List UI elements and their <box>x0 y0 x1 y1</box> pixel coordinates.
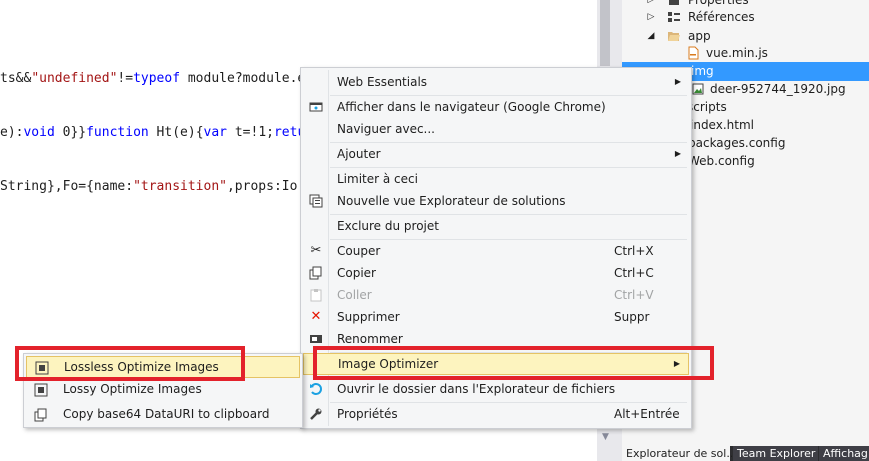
new-view-icon <box>309 194 323 208</box>
code-token: void <box>23 125 55 140</box>
folder-open-icon <box>667 29 681 43</box>
menu-item-shortcut: Ctrl+X <box>614 244 654 258</box>
tree-item-label: packages.config <box>688 136 786 150</box>
menu-item-properties[interactable]: Propriétés Alt+Entrée <box>303 403 689 425</box>
open-folder-icon <box>309 382 323 396</box>
menu-item-exclude-from-project[interactable]: Exclure du projet <box>303 215 689 237</box>
annotation-highlight-lossless <box>15 346 245 381</box>
properties-icon <box>667 0 681 7</box>
copy-icon <box>309 266 323 280</box>
menu-item-shortcut: Ctrl+C <box>614 266 654 280</box>
code-token: 0}} <box>54 125 87 140</box>
menu-item-label: Afficher dans le navigateur (Google Chro… <box>337 100 606 114</box>
menu-item-browse-with[interactable]: Naviguer avec... <box>303 118 689 140</box>
delete-icon: ✕ <box>310 309 322 324</box>
browser-icon <box>309 100 323 114</box>
menu-item-label: Exclure du projet <box>337 219 439 233</box>
menu-item-label: Copier <box>337 266 376 280</box>
menu-item-label: Ouvrir le dossier dans l'Explorateur de … <box>337 382 616 396</box>
menu-item-shortcut: Suppr <box>614 310 650 324</box>
tree-item-label: Références <box>688 10 755 24</box>
submenu-item-label: Lossy Optimize Images <box>63 382 202 396</box>
code-token: var <box>203 125 228 140</box>
menu-item-label: Ajouter <box>337 147 381 161</box>
rename-icon <box>309 332 323 346</box>
menu-item-copy[interactable]: Copier Ctrl+C <box>303 262 689 284</box>
menu-item-label: Nouvelle vue Explorateur de solutions <box>337 194 566 208</box>
code-token: t=!1; <box>227 125 274 140</box>
menu-item-scope-to-this[interactable]: Limiter à ceci <box>303 168 689 190</box>
tab-solution-explorer[interactable]: Explorateur de sol... <box>622 446 737 461</box>
code-token: "transition" <box>133 179 227 194</box>
tree-item-label: index.html <box>690 118 754 132</box>
scroll-down-arrow-icon[interactable]: ▼ <box>600 432 611 443</box>
menu-item-web-essentials[interactable]: Web Essentials ▶ <box>303 71 689 93</box>
wrench-icon <box>309 407 323 421</box>
code-token: "undefined" <box>31 71 118 86</box>
menu-item-label: Propriétés <box>337 407 398 421</box>
code-token: != <box>117 71 134 86</box>
annotation-highlight-image-optimizer <box>313 346 714 380</box>
menu-item-shortcut: Ctrl+V <box>614 288 654 302</box>
submenu-arrow-icon: ▶ <box>674 149 681 158</box>
menu-item-add[interactable]: Ajouter ▶ <box>303 143 689 165</box>
menu-item-label: Naviguer avec... <box>337 122 435 136</box>
tree-item-label: img <box>691 64 714 78</box>
menu-item-shortcut: Alt+Entrée <box>614 407 680 421</box>
copy-datauri-icon <box>34 407 48 422</box>
js-file-icon <box>686 46 700 60</box>
references-icon <box>667 10 681 24</box>
code-token: e): <box>0 125 24 140</box>
tree-item-references[interactable]: ▷ Références <box>622 8 869 27</box>
submenu-item-label: Copy base64 DataURI to clipboard <box>63 407 270 421</box>
code-token: Ht(e){ <box>148 125 204 140</box>
tree-item-label: deer-952744_1920.jpg <box>710 82 846 96</box>
code-token: String},Fo={name: <box>0 179 134 194</box>
paste-icon <box>309 288 323 302</box>
submenu-arrow-icon: ▶ <box>674 77 681 86</box>
solution-explorer-tab-strip: Explorateur de sol... Team Explorer Affi… <box>622 446 869 461</box>
menu-item-new-solution-explorer-view[interactable]: Nouvelle vue Explorateur de solutions <box>303 190 689 212</box>
menu-item-cut[interactable]: ✂ Couper Ctrl+X <box>303 240 689 262</box>
menu-item-label: Limiter à ceci <box>337 172 418 186</box>
menu-item-open-folder-in-file-explorer[interactable]: Ouvrir le dossier dans l'Explorateur de … <box>303 378 689 400</box>
menu-item-label: Couper <box>337 244 381 258</box>
menu-item-delete[interactable]: ✕ Supprimer Suppr <box>303 306 689 328</box>
submenu-item-lossy-optimize[interactable]: Lossy Optimize Images <box>26 378 300 400</box>
menu-item-label: Coller <box>337 288 372 302</box>
menu-item-paste: Coller Ctrl+V <box>303 284 689 306</box>
tree-item-vue-min-js[interactable]: vue.min.js <box>622 44 869 63</box>
cut-icon: ✂ <box>310 243 322 258</box>
lossy-optimize-icon <box>34 382 48 397</box>
expand-arrow-icon[interactable]: ▷ <box>646 8 656 27</box>
image-file-icon <box>691 82 705 96</box>
submenu-item-copy-base64-datauri[interactable]: Copy base64 DataURI to clipboard <box>26 403 300 425</box>
editor-scrollbar-thumb[interactable] <box>600 0 610 66</box>
code-token: ts&& <box>0 71 32 86</box>
code-token: function <box>86 125 149 140</box>
menu-item-view-in-browser[interactable]: Afficher dans le navigateur (Google Chro… <box>303 96 689 118</box>
code-token: ,props:Io <box>226 179 298 194</box>
tab-team-explorer[interactable]: Team Explorer <box>732 446 819 461</box>
tree-item-label: scripts <box>687 100 727 114</box>
menu-item-label: Web Essentials <box>337 75 428 89</box>
tab-affichage[interactable]: Affichag <box>818 446 869 461</box>
tree-item-label: Web.config <box>688 154 755 168</box>
code-token: typeof <box>133 71 181 86</box>
menu-item-label: Supprimer <box>337 310 400 324</box>
tree-item-label: vue.min.js <box>706 46 768 60</box>
